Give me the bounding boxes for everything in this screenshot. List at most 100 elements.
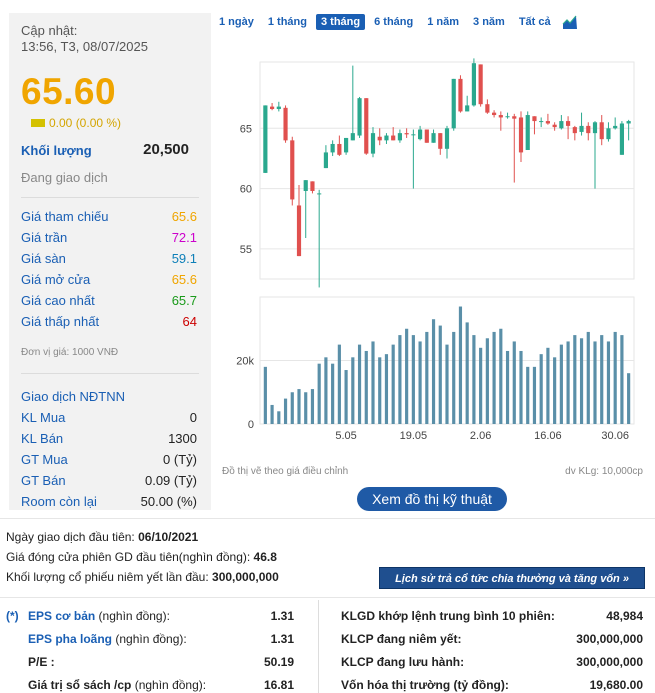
candle-body xyxy=(296,205,302,257)
volume-bar xyxy=(310,389,315,424)
x-tick-label: 19.05 xyxy=(400,430,428,442)
price-value: 72.1 xyxy=(171,230,197,245)
price-label: Giá tham chiếu xyxy=(21,209,109,224)
candle-body xyxy=(357,98,362,136)
price-change: 0.00 (0.00 %) xyxy=(31,116,121,130)
fundamental-unit: (nghìn đồng): xyxy=(131,678,207,692)
foreign-header: Giao dịch NĐTNN xyxy=(21,386,197,407)
volume-bar xyxy=(485,338,489,424)
tab-3-years[interactable]: 3 năm xyxy=(468,14,510,30)
volume-bar xyxy=(445,344,449,424)
price-row-ceiling: Giá trần 72.1 xyxy=(21,227,197,248)
volume-bar xyxy=(519,350,523,424)
candle-body xyxy=(290,140,295,200)
candle-body xyxy=(465,105,470,112)
price-label: Giá thấp nhất xyxy=(21,314,100,329)
area-chart-icon[interactable] xyxy=(561,14,578,30)
volume-bar xyxy=(452,331,456,424)
candle-body xyxy=(337,143,342,155)
volume-bar xyxy=(499,328,503,424)
candle-body xyxy=(438,133,443,149)
volume-value: 20,500 xyxy=(143,141,189,158)
fundamental-row-book-value: Giá trị sổ sách /cp (nghìn đồng): 16.81 xyxy=(6,674,294,693)
tab-1-year[interactable]: 1 năm xyxy=(422,14,464,30)
candle-body xyxy=(539,121,544,123)
volume-bar xyxy=(263,366,267,424)
price-value: 65.7 xyxy=(171,293,197,308)
volume-bar xyxy=(613,331,617,424)
footnote-mark: (*) xyxy=(6,609,19,623)
tab-1-month[interactable]: 1 tháng xyxy=(263,14,312,30)
candle-body xyxy=(411,134,416,136)
price-list: Giá tham chiếu 65.6 Giá trần 72.1 Giá sàn 5… xyxy=(21,206,197,332)
x-tick-label: 30.06 xyxy=(601,430,629,442)
info-value: 300,000,000 xyxy=(212,570,279,584)
volume-bar xyxy=(606,341,611,424)
tab-1-day[interactable]: 1 ngày xyxy=(214,14,259,30)
fundamental-value: 1.31 xyxy=(270,609,294,623)
foreign-row: KL Bán 1300 xyxy=(21,428,197,449)
candle-body xyxy=(545,121,550,124)
tab-all[interactable]: Tất cả xyxy=(514,14,556,30)
foreign-label: GT Mua xyxy=(21,452,68,467)
price-tick-label: 65 xyxy=(240,123,252,135)
technical-chart-button[interactable]: Xem đồ thị kỹ thuật xyxy=(357,487,507,511)
candle-body xyxy=(586,125,591,134)
price-label: Giá trần xyxy=(21,230,68,245)
candle-body xyxy=(451,78,456,129)
trading-status: Đang giao dịch xyxy=(21,170,108,185)
price-row-open: Giá mở cửa 65.6 xyxy=(21,269,197,290)
fundamental-row-pe: P/E : 50.19 xyxy=(6,651,294,674)
fundamental-label: KLCP đang niêm yết: xyxy=(341,632,462,646)
price-row-low: Giá thấp nhất 64 xyxy=(21,311,197,332)
info-value: 46.8 xyxy=(253,550,277,564)
price-unit-note: Đơn vị giá: 1000 VNĐ xyxy=(21,347,119,358)
candle-body xyxy=(478,64,483,105)
candle-body xyxy=(370,133,376,154)
price-row-floor: Giá sàn 59.1 xyxy=(21,248,197,269)
foreign-label: KL Bán xyxy=(21,431,64,446)
volume-bar xyxy=(465,322,469,424)
fundamental-row-outstanding-shares: KLCP đang lưu hành: 300,000,000 xyxy=(341,651,643,674)
fundamental-label[interactable]: EPS pha loãng xyxy=(28,632,112,646)
fundamental-label: KLGD khớp lệnh trung bình 10 phiên: xyxy=(341,609,555,623)
volume-bar xyxy=(418,341,422,424)
candle-body xyxy=(330,143,335,153)
volume-bar xyxy=(492,331,496,424)
candle-body xyxy=(532,116,537,122)
tab-6-months[interactable]: 6 tháng xyxy=(369,14,418,30)
fundamental-label: P/E : xyxy=(28,655,55,669)
volume-bar xyxy=(627,373,631,424)
candle-body xyxy=(310,181,315,191)
updated-label: Cập nhật: xyxy=(21,23,78,38)
fundamental-label[interactable]: EPS cơ bản xyxy=(28,609,95,623)
fundamental-row-market-cap: Vốn hóa thị trường (tỷ đồng): 19,680.00 xyxy=(341,674,643,693)
updated-time: 13:56, T3, 08/07/2025 xyxy=(21,39,148,54)
dividend-history-button[interactable]: Lịch sử trả cổ tức chia thưởng và tăng v… xyxy=(379,567,645,589)
volume-bar xyxy=(586,331,590,424)
candle-body xyxy=(364,98,369,154)
foreign-value: 0 (Tỷ) xyxy=(163,452,197,467)
volume-bar xyxy=(324,357,328,424)
volume-bar xyxy=(317,363,321,424)
first-listed-volume: Khối lượng cổ phiếu niêm yết lần đầu: 30… xyxy=(6,570,279,584)
price-label: Giá cao nhất xyxy=(21,293,95,308)
volume-bar xyxy=(566,341,570,424)
candle-body xyxy=(377,136,382,141)
tab-3-months[interactable]: 3 tháng xyxy=(315,14,366,30)
price-value: 64 xyxy=(182,314,197,329)
candle-body xyxy=(458,78,463,112)
info-value: 06/10/2021 xyxy=(138,530,199,544)
candle-body xyxy=(391,135,396,141)
candle-body xyxy=(404,133,409,135)
range-tabs: 1 ngày 1 tháng 3 tháng 6 tháng 1 năm 3 n… xyxy=(214,14,578,30)
candle-body xyxy=(512,116,517,119)
candle-body xyxy=(263,105,268,173)
volume-bar xyxy=(573,335,577,424)
volume-bar xyxy=(458,306,463,424)
foreign-label: KL Mua xyxy=(21,410,66,425)
price-value: 65.6 xyxy=(171,209,197,224)
price-volume-chart: 55 60 65 0 20k 5.05 19.05 2.06 16.06 30.06 xyxy=(236,58,635,442)
volume-bar xyxy=(405,328,409,424)
foreign-label: Giao dịch NĐTNN xyxy=(21,389,126,404)
